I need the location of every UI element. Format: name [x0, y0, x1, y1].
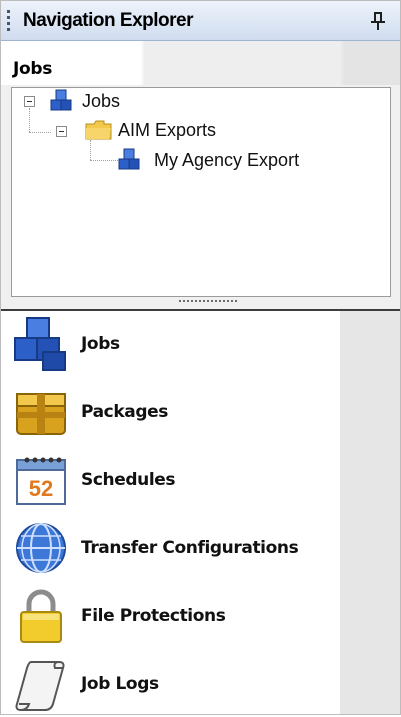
calendar-day-number: 52	[29, 476, 53, 501]
globe-icon	[16, 523, 66, 573]
section-header	[1, 41, 400, 85]
jobs-node-icon	[50, 89, 72, 111]
collapse-aim-exports-toggle-icon[interactable]	[56, 126, 67, 137]
panel-title-bar[interactable]: Navigation Explorer	[1, 1, 400, 41]
nav-label-schedules: Schedules	[81, 470, 176, 490]
pin-icon[interactable]	[370, 11, 386, 31]
nav-label-file-protections: File Protections	[81, 606, 226, 626]
calendar-icon: 52	[16, 457, 66, 505]
tree-node-aim-exports[interactable]: AIM Exports	[118, 120, 216, 141]
drag-grip-icon[interactable]	[7, 9, 13, 32]
nav-label-job-logs: Job Logs	[81, 674, 159, 694]
navigation-explorer-panel: Navigation Explorer Jobs Jobs AIM Export…	[0, 0, 401, 715]
tree-node-my-agency-export[interactable]: My Agency Export	[154, 150, 299, 171]
collapse-jobs-toggle-icon[interactable]	[24, 96, 35, 107]
folder-icon	[85, 120, 112, 140]
panel-splitter[interactable]	[1, 297, 400, 311]
jobs-tree-view[interactable]: Jobs AIM Exports My Agency Export	[11, 87, 391, 297]
nav-label-jobs: Jobs	[81, 334, 120, 354]
tree-node-jobs[interactable]: Jobs	[82, 91, 120, 112]
splitter-grip-icon[interactable]	[179, 300, 239, 302]
section-title: Jobs	[13, 59, 53, 79]
scroll-icon	[15, 661, 65, 711]
export-job-icon	[118, 148, 140, 170]
nav-label-transfer-configurations: Transfer Configurations	[81, 538, 299, 558]
nav-item-packages[interactable]: Packages	[1, 379, 341, 445]
nav-label-packages: Packages	[81, 402, 168, 422]
nav-item-job-logs[interactable]: Job Logs	[1, 651, 341, 717]
blocks-icon	[14, 317, 66, 371]
panel-title: Navigation Explorer	[23, 9, 194, 31]
package-icon	[16, 393, 66, 435]
nav-item-schedules[interactable]: 52 Schedules	[1, 447, 341, 513]
navigation-list: Jobs Packages 52 Schedules Transfer Conf…	[1, 311, 400, 714]
nav-item-file-protections[interactable]: File Protections	[1, 583, 341, 649]
nav-item-jobs[interactable]: Jobs	[1, 311, 341, 377]
nav-item-transfer-configurations[interactable]: Transfer Configurations	[1, 515, 341, 581]
lock-icon	[20, 589, 62, 643]
